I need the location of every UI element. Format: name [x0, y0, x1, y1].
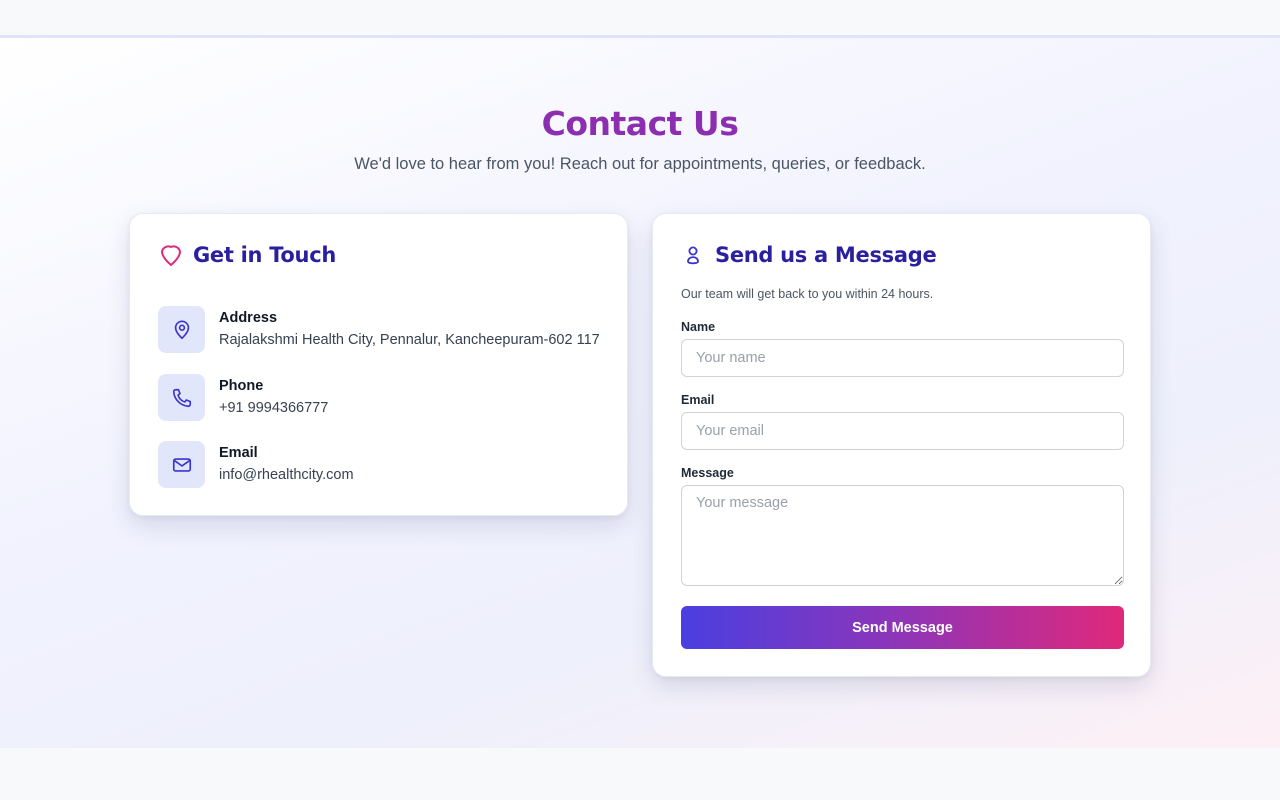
name-label: Name	[681, 320, 716, 334]
send-message-button[interactable]: Send Message	[681, 606, 1124, 649]
message-card-title-text: Send us a Message	[715, 243, 937, 267]
footer-strip	[0, 748, 1280, 800]
mail-icon	[158, 441, 205, 488]
contact-info-card: Get in Touch Address Rajalakshmi Health …	[129, 213, 628, 516]
email-item: Email info@rhealthcity.com	[158, 441, 354, 488]
email-field-label: Email	[681, 393, 715, 407]
page-subtitle: We'd love to hear from you! Reach out fo…	[354, 155, 926, 173]
address-value: Rajalakshmi Health City, Pennalur, Kanch…	[219, 332, 600, 348]
phone-value[interactable]: +91 9994366777	[219, 397, 328, 419]
message-textarea[interactable]	[681, 485, 1124, 586]
phone-label: Phone	[219, 378, 264, 394]
response-note: Our team will get back to you within 24 …	[681, 287, 934, 301]
person-icon	[681, 243, 705, 267]
message-label: Message	[681, 466, 734, 480]
heart-pin-icon	[159, 243, 183, 267]
email-value[interactable]: info@rhealthcity.com	[219, 464, 354, 486]
message-card-title: Send us a Message	[681, 243, 937, 267]
message-form-card: Send us a Message Our team will get back…	[652, 213, 1151, 677]
contact-card-title-text: Get in Touch	[193, 243, 337, 267]
page-title: Contact Us	[541, 104, 739, 143]
top-bar	[0, 0, 1280, 36]
email-input[interactable]	[681, 412, 1124, 450]
email-label: Email	[219, 445, 258, 461]
map-pin-icon	[158, 306, 205, 353]
phone-item: Phone +91 9994366777	[158, 374, 328, 421]
address-item: Address Rajalakshmi Health City, Pennalu…	[158, 306, 600, 353]
name-input[interactable]	[681, 339, 1124, 377]
phone-icon	[158, 374, 205, 421]
contact-card-title: Get in Touch	[159, 243, 336, 267]
address-label: Address	[219, 310, 278, 326]
